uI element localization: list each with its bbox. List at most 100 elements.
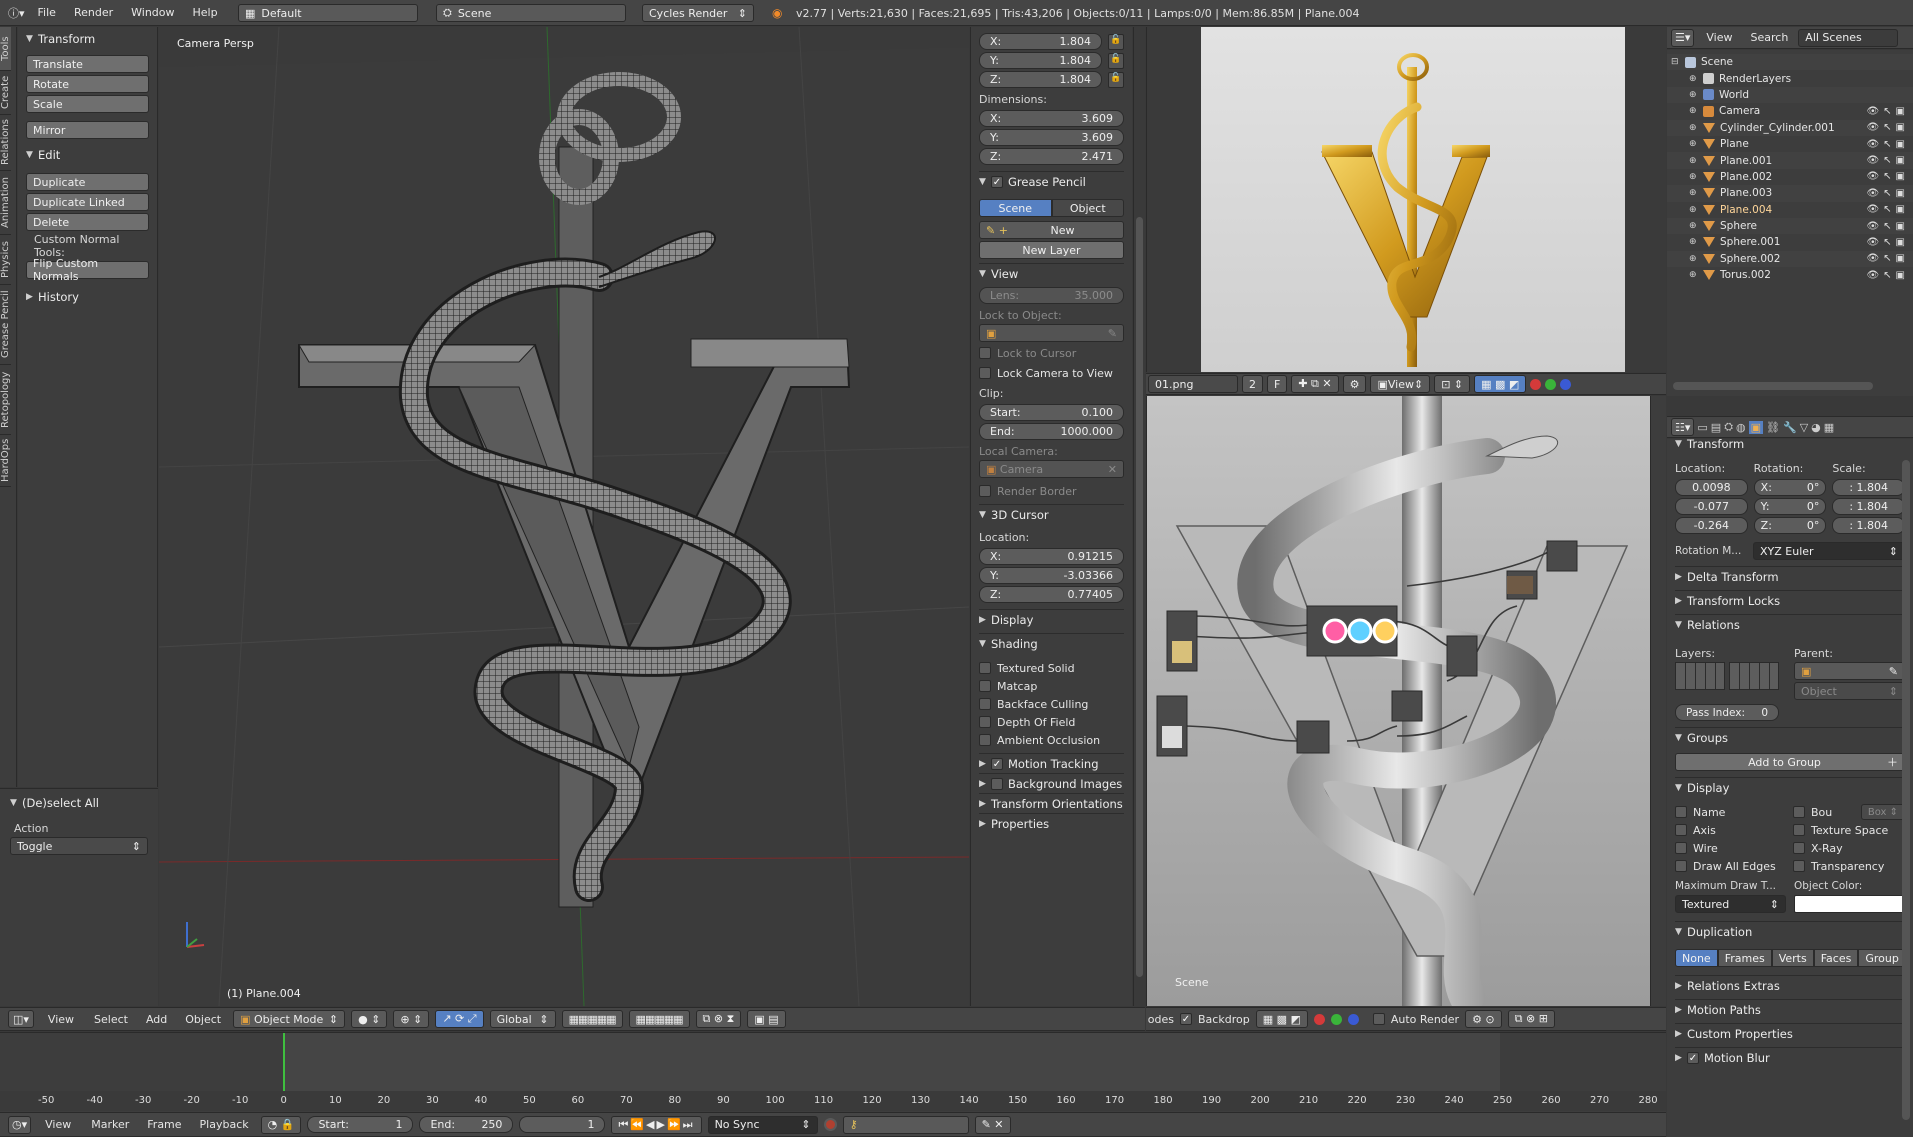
visibility-icons[interactable]: 👁↖▣: [1866, 155, 1909, 166]
layers-grid-2[interactable]: ▦▦▦▦▦: [628, 1010, 690, 1028]
max-draw-select[interactable]: Textured ⇕: [1675, 895, 1786, 913]
section-object-transform[interactable]: ▼ Transform: [1675, 439, 1905, 451]
expand-icon[interactable]: ⊕: [1689, 156, 1703, 166]
outliner-item-name[interactable]: Scene: [1701, 56, 1733, 68]
section-transform-locks[interactable]: ▶ Transform Locks: [1675, 590, 1905, 610]
timeline-playback-menu[interactable]: Playback: [194, 1118, 255, 1131]
lock-camera-to-view-checkbox[interactable]: Lock Camera to View: [979, 364, 1124, 382]
material-tab-icon[interactable]: ◕: [1811, 421, 1821, 434]
red-channel-icon[interactable]: [1313, 1013, 1325, 1025]
section-background-images[interactable]: ▶ Background Images: [979, 773, 1124, 793]
npanel-scrollbar[interactable]: [1133, 27, 1145, 1006]
editor-type-icon[interactable]: ⓘ▾: [4, 5, 29, 21]
outliner-item-name[interactable]: Plane: [1720, 138, 1749, 150]
outliner-item-name[interactable]: Plane.003: [1720, 187, 1772, 199]
object-menu[interactable]: Object: [179, 1013, 227, 1026]
display-wire-checkbox[interactable]: Wire: [1675, 839, 1787, 857]
scale-button[interactable]: Scale: [26, 95, 149, 113]
visibility-icons[interactable]: 👁↖▣: [1866, 106, 1909, 117]
outliner-filter-select[interactable]: All Scenes: [1798, 28, 1899, 47]
texture-tab-icon[interactable]: ▦: [1824, 421, 1834, 434]
visibility-icons[interactable]: 👁↖▣: [1866, 253, 1909, 264]
outliner-type-icon[interactable]: ☰▾: [1671, 28, 1695, 47]
matcap-checkbox[interactable]: Matcap: [979, 677, 1124, 695]
pin-icon[interactable]: ⚙: [1342, 375, 1367, 393]
auto-render-checkbox[interactable]: Auto Render: [1372, 1010, 1459, 1028]
fake-user-button[interactable]: F: [1267, 375, 1288, 393]
outliner-item[interactable]: ⊕ Plane.002 👁↖▣: [1667, 169, 1913, 185]
visibility-icons[interactable]: 👁↖▣: [1866, 221, 1909, 232]
start-frame-field[interactable]: Start: 1: [307, 1116, 414, 1133]
location-z-field[interactable]: -0.264: [1675, 517, 1748, 534]
outliner-item[interactable]: ⊕ RenderLayers: [1667, 70, 1913, 86]
outliner-item[interactable]: ⊕ Sphere 👁↖▣: [1667, 217, 1913, 235]
menu-window[interactable]: Window: [122, 6, 183, 19]
blue-channel-icon[interactable]: [1560, 378, 1572, 390]
parent-field[interactable]: ▣ ✎: [1794, 662, 1905, 680]
backdrop-channels[interactable]: ▦ ▩ ◩: [1255, 1010, 1308, 1028]
dimension-x-field[interactable]: X: 3.609: [979, 110, 1124, 127]
expand-icon[interactable]: ⊟: [1671, 57, 1685, 67]
dup-verts-tab[interactable]: Verts: [1771, 949, 1814, 967]
outliner-search-menu[interactable]: Search: [1745, 31, 1795, 44]
timeline-view-menu[interactable]: View: [37, 1118, 79, 1131]
outliner-item-name[interactable]: Camera: [1719, 105, 1760, 117]
visibility-icons[interactable]: 👁↖▣: [1866, 171, 1909, 182]
outliner-item-name[interactable]: Plane.002: [1720, 171, 1772, 183]
section-transform[interactable]: ▼ Transform: [26, 29, 149, 49]
ambient-occlusion-checkbox[interactable]: Ambient Occlusion: [979, 731, 1124, 749]
rotation-z-field[interactable]: Z: 0°: [1753, 517, 1827, 534]
object-layers-grid-2[interactable]: [1729, 662, 1779, 690]
rotation-mode-select[interactable]: XYZ Euler ⇕: [1753, 542, 1905, 560]
scene-tab-icon[interactable]: ⛭: [1724, 420, 1733, 434]
menu-render[interactable]: Render: [65, 6, 122, 19]
expand-icon[interactable]: ⊕: [1689, 106, 1703, 116]
location-x-field[interactable]: 0.0098: [1675, 479, 1748, 496]
world-tab-icon[interactable]: ◍: [1736, 421, 1746, 434]
dup-frames-tab[interactable]: Frames: [1717, 949, 1772, 967]
manipulator-toggle[interactable]: ↗ ⟳ ⤢: [435, 1010, 484, 1028]
visibility-icons[interactable]: 👁↖▣: [1866, 139, 1909, 150]
cursor-x-field[interactable]: X: 0.91215: [979, 548, 1124, 565]
add-menu[interactable]: Add: [140, 1013, 173, 1026]
image-editor[interactable]: [1146, 27, 1666, 372]
render-border-checkbox[interactable]: Render Border: [979, 482, 1124, 500]
zoom-buttons[interactable]: ⊡ ⇕: [1434, 375, 1471, 393]
snap-toggle[interactable]: ⧉ ⊗ ⧗: [695, 1010, 742, 1028]
section-display[interactable]: ▶ Display: [979, 609, 1124, 629]
rotation-y-field[interactable]: Y: 0°: [1753, 498, 1827, 515]
outliner-item[interactable]: ⊕ World: [1667, 86, 1913, 104]
sync-select[interactable]: No Sync ⇕: [707, 1115, 818, 1134]
blue-channel-icon[interactable]: [1347, 1013, 1359, 1025]
outliner-item[interactable]: ⊕ Plane.003 👁↖▣: [1667, 185, 1913, 202]
mode-select[interactable]: ▣ Object Mode ⇕: [233, 1010, 346, 1028]
outliner-item[interactable]: ⊟ Scene: [1667, 54, 1913, 71]
node-tool-buttons[interactable]: ⚙ ⊙: [1465, 1010, 1502, 1028]
duplicate-button[interactable]: Duplicate: [26, 173, 149, 191]
location-y-field[interactable]: -0.077: [1675, 498, 1748, 515]
clip-start-field[interactable]: Start: 0.100: [979, 404, 1124, 421]
dimension-y-field[interactable]: Y: 3.609: [979, 129, 1124, 146]
outliner-view-menu[interactable]: View: [1698, 31, 1740, 44]
keying-set-field[interactable]: ⚷: [842, 1115, 969, 1134]
section-view[interactable]: ▼ View: [979, 263, 1124, 283]
display-axis-checkbox[interactable]: Axis: [1675, 821, 1787, 839]
outliner-item-name[interactable]: Sphere: [1720, 220, 1757, 232]
section-transform-orientations[interactable]: ▶ Transform Orientations: [979, 793, 1124, 813]
visibility-icons[interactable]: 👁↖▣: [1866, 237, 1909, 248]
record-icon[interactable]: [823, 1118, 837, 1131]
object-layers-grid[interactable]: [1675, 662, 1725, 690]
node-editor[interactable]: Scene: [1146, 396, 1666, 1006]
image-view-menu[interactable]: ▣ View ⇕: [1370, 375, 1431, 393]
outliner-item-name[interactable]: Sphere.001: [1720, 236, 1780, 248]
layers-grid[interactable]: ▦▦▦▦▦: [561, 1010, 623, 1028]
pass-index-field[interactable]: Pass Index: 0: [1675, 704, 1779, 721]
object-tab-icon[interactable]: ▣: [1748, 420, 1764, 434]
timeline-cursor[interactable]: [283, 1033, 285, 1093]
expand-icon[interactable]: ⊕: [1689, 188, 1703, 198]
tab-relations[interactable]: Relations: [0, 115, 11, 171]
bounds-type-select[interactable]: Box ⇕: [1860, 804, 1905, 820]
scale-x-field[interactable]: X: 1.804: [979, 33, 1102, 50]
close-icon[interactable]: ✕: [1108, 463, 1117, 476]
dimension-z-field[interactable]: Z: 2.471: [979, 148, 1124, 165]
